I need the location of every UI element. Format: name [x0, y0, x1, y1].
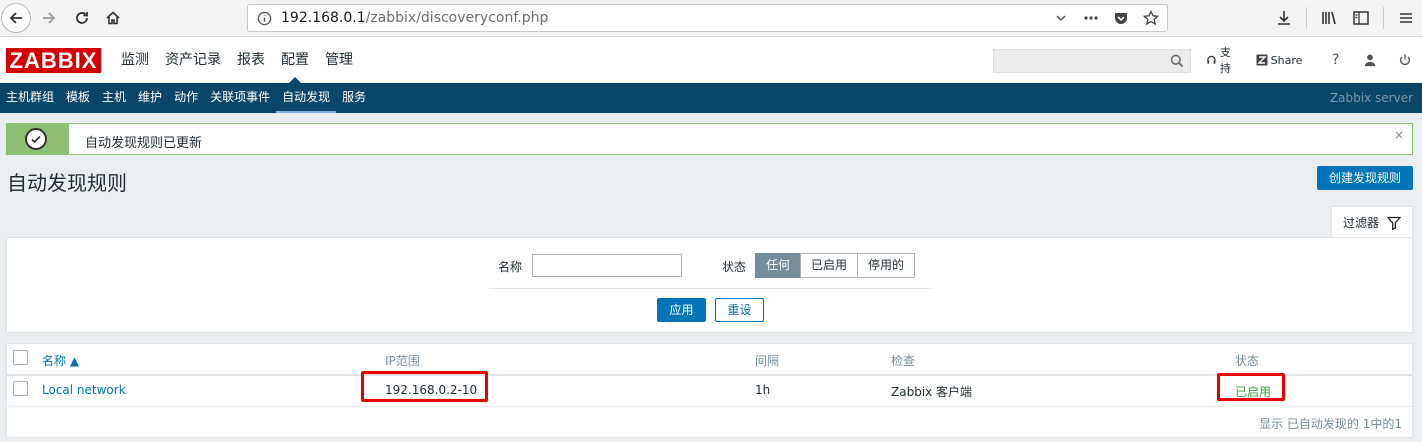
library-button[interactable]: [1313, 7, 1345, 29]
rule-name-link[interactable]: Local network: [42, 383, 126, 397]
menu-configuration[interactable]: 配置: [273, 37, 317, 83]
row-divider: [7, 406, 1412, 407]
reset-button[interactable]: 重设: [715, 298, 764, 322]
filter-tab[interactable]: 过滤器: [1331, 206, 1413, 238]
menu-inventory[interactable]: 资产记录: [157, 37, 229, 83]
address-bar[interactable]: 192.168.0.1/zabbix/discoveryconf.php: [247, 4, 1168, 32]
close-icon[interactable]: ×: [1394, 128, 1404, 142]
message-text: 自动发现规则已更新: [85, 136, 203, 151]
zabbix-logo[interactable]: ZABBIX: [6, 48, 101, 73]
column-header-ip-range: IP范围: [385, 354, 420, 368]
power-icon: [1399, 54, 1410, 66]
filter-divider: [489, 288, 931, 289]
submenu-templates[interactable]: 模板: [60, 83, 96, 113]
sidebar-icon: [1353, 11, 1369, 25]
share-z-icon: [1256, 54, 1268, 66]
funnel-icon: [1387, 216, 1401, 230]
forward-button[interactable]: [34, 3, 64, 33]
home-icon: [106, 11, 120, 25]
menu-reports[interactable]: 报表: [229, 37, 273, 83]
filter-tab-label: 过滤器: [1342, 216, 1379, 230]
highlight-box-ip-range: [361, 371, 488, 402]
reload-icon: [76, 12, 88, 24]
profile-button[interactable]: [1363, 52, 1378, 68]
submenu-services[interactable]: 服务: [336, 83, 372, 113]
menu-administration[interactable]: 管理: [317, 37, 361, 83]
headset-icon: [1207, 55, 1216, 64]
sign-out-button[interactable]: [1397, 52, 1412, 68]
column-header-checks: 检查: [891, 354, 916, 368]
check-circle-icon: [25, 128, 47, 150]
discovery-rules-table: 名称 ▲ IP范围 间隔 检查 状态 Local network 192.168…: [6, 343, 1413, 438]
submenu-maintenance[interactable]: 维护: [132, 83, 168, 113]
home-button[interactable]: [98, 3, 128, 33]
sub-menu: 主机群组 模板 主机 维护 动作 关联项事件 自动发现 服务 Zabbix se…: [0, 83, 1422, 113]
url-path: /zabbix/discoveryconf.php: [365, 10, 549, 26]
main-menu: 监测 资产记录 报表 配置 管理: [113, 37, 361, 83]
reload-button[interactable]: [67, 3, 97, 33]
share-link[interactable]: Share: [1256, 53, 1303, 67]
submenu-hosts[interactable]: 主机: [96, 83, 132, 113]
toolbar-divider: [1383, 7, 1384, 29]
url-text: 192.168.0.1/zabbix/discoveryconf.php: [281, 10, 548, 26]
menu-monitoring[interactable]: 监测: [113, 37, 157, 83]
arrow-right-icon: [43, 12, 56, 24]
menu-button[interactable]: [1390, 7, 1422, 29]
column-header-status: 状态: [1235, 354, 1260, 368]
rule-checks: Zabbix 客户端: [891, 385, 973, 399]
star-icon[interactable]: [1143, 10, 1159, 26]
support-label: 支持: [1219, 46, 1231, 75]
url-host: 192.168.0.1: [281, 10, 366, 26]
filter-name-input[interactable]: [532, 254, 682, 277]
server-name: Zabbix server: [1329, 91, 1413, 105]
row-checkbox[interactable]: [13, 381, 28, 396]
browser-toolbar: 192.168.0.1/zabbix/discoveryconf.php: [0, 0, 1422, 37]
chevron-down-icon[interactable]: [1053, 10, 1069, 26]
more-dots-icon[interactable]: [1083, 10, 1099, 26]
sidebar-button[interactable]: [1345, 7, 1377, 29]
share-label: Share: [1270, 53, 1303, 67]
select-all-checkbox[interactable]: [13, 350, 28, 365]
help-icon: ?: [1331, 52, 1340, 68]
status-option-enabled[interactable]: 已启用: [800, 253, 859, 278]
search-icon[interactable]: [1170, 54, 1184, 68]
create-discovery-rule-button[interactable]: 创建发现规则: [1317, 166, 1413, 190]
pocket-icon[interactable]: [1113, 10, 1129, 26]
column-header-name[interactable]: 名称 ▲: [42, 352, 79, 369]
highlight-box-status: [1217, 373, 1285, 401]
user-icon: [1364, 54, 1376, 67]
search-input[interactable]: [993, 49, 1191, 73]
table-footer-count: 显示 已自动发现的 1中的1: [1259, 417, 1402, 431]
zabbix-header: ZABBIX 监测 资产记录 报表 配置 管理 支持 Share ?: [0, 37, 1422, 83]
status-option-any[interactable]: 任何: [755, 253, 802, 278]
back-button[interactable]: [1, 3, 31, 33]
help-button[interactable]: ?: [1328, 52, 1343, 68]
info-icon[interactable]: [257, 11, 272, 26]
submenu-host-groups[interactable]: 主机群组: [0, 83, 60, 113]
filter-status-radio: 任何 已启用 停用的: [755, 253, 916, 278]
apply-button[interactable]: 应用: [657, 298, 706, 322]
support-link[interactable]: 支持: [1206, 44, 1240, 76]
message-icon-cell: [7, 124, 69, 154]
success-message: 自动发现规则已更新 ×: [6, 123, 1413, 155]
download-icon: [1278, 11, 1290, 25]
page-title: 自动发现规则: [7, 171, 127, 195]
column-header-interval: 间隔: [755, 354, 780, 368]
header-divider: [7, 374, 1412, 376]
arrow-left-icon: [9, 12, 22, 24]
hamburger-icon: [1400, 13, 1412, 23]
submenu-actions[interactable]: 动作: [168, 83, 204, 113]
rule-interval: 1h: [755, 383, 771, 397]
submenu-event-correlation[interactable]: 关联项事件: [204, 83, 276, 113]
filter-status-label: 状态: [722, 260, 747, 274]
filter-panel: 名称 状态 任何 已启用 停用的 应用 重设: [6, 237, 1413, 333]
toolbar-divider: [1306, 7, 1307, 29]
filter-name-label: 名称: [498, 260, 523, 274]
status-option-disabled[interactable]: 停用的: [857, 253, 916, 278]
downloads-button[interactable]: [1268, 7, 1300, 29]
library-icon: [1322, 11, 1336, 25]
submenu-discovery[interactable]: 自动发现: [276, 83, 337, 113]
